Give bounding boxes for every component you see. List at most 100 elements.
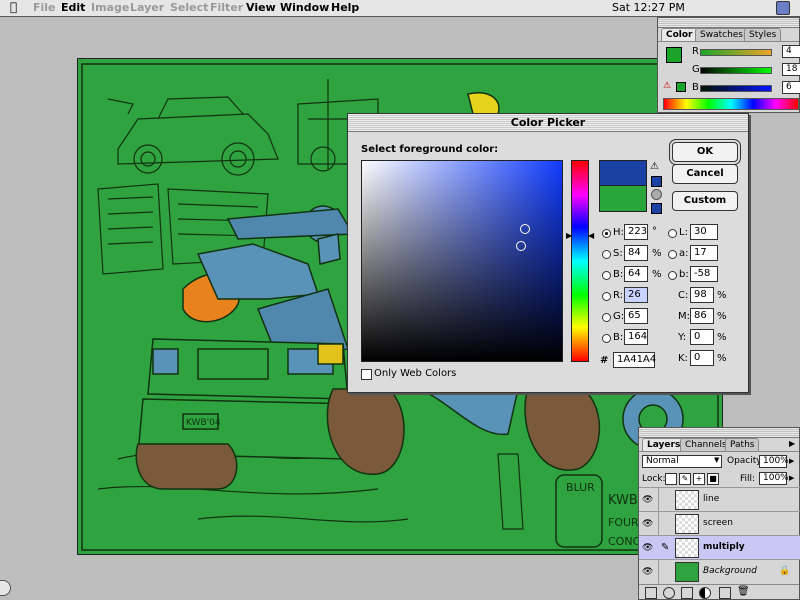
trash-icon[interactable]: 🗑 [737,586,750,597]
hue-arrow-right-icon[interactable]: ◀ [588,231,594,240]
menu-select[interactable]: Select [170,1,208,14]
m-value[interactable]: 86 [690,308,714,324]
r-value[interactable]: 4 [782,45,800,58]
menu-view[interactable]: View [246,1,276,14]
c-value[interactable]: 98 [690,287,714,303]
clock[interactable]: Sat 12:27 PM [612,1,685,14]
menu-image[interactable]: Image [91,1,129,14]
eye-icon[interactable]: 👁 [642,519,653,529]
web-safe-icon[interactable] [651,189,662,200]
g-value-field[interactable]: 65 [624,308,648,324]
y-value[interactable]: 0 [690,329,714,345]
menu-filter[interactable]: Filter [210,1,243,14]
hue-arrow-left-icon[interactable]: ▶ [566,231,572,240]
saturation-brightness-field[interactable] [361,160,563,362]
radio-lab-b[interactable] [668,271,677,280]
foreground-swatch[interactable] [666,47,682,63]
ok-button[interactable]: OK [672,142,738,162]
tab-color[interactable]: Color [661,28,698,42]
menu-help[interactable]: Help [331,1,359,14]
b-slider[interactable] [700,85,772,92]
k-value[interactable]: 0 [690,350,714,366]
tab-layers[interactable]: Layers [642,438,686,452]
r-slider[interactable] [700,49,772,56]
photoshop-icon[interactable] [776,1,790,15]
b-value[interactable]: 6 [782,81,800,94]
channel-b-label: B [692,82,699,93]
radio-g[interactable] [602,313,611,322]
gamut-correction-swatch[interactable] [651,176,662,187]
gamut-warning-icon[interactable]: ⚠ [663,81,673,91]
color-ramp[interactable] [663,98,799,110]
lock-move-icon[interactable]: + [693,473,705,485]
menu-window[interactable]: Window [280,1,329,14]
s-value[interactable]: 84 [624,245,648,261]
cancel-button[interactable]: Cancel [672,164,738,184]
fill-input[interactable]: 100% [759,472,789,485]
dialog-title[interactable]: Color Picker [348,114,748,132]
apple-icon[interactable]:  [10,0,17,14]
radio-s[interactable] [602,250,611,259]
radio-b[interactable] [602,334,611,343]
fill-arrow-icon[interactable]: ▶ [789,474,794,482]
tab-swatches[interactable]: Swatches [695,28,748,42]
radio-a[interactable] [668,250,677,259]
layer-thumbnail [675,562,699,582]
radio-r[interactable] [602,292,611,301]
window-collapse-icon[interactable] [0,580,11,596]
lab-b-value[interactable]: -58 [690,266,718,282]
lock-brush-icon[interactable]: ✎ [679,473,691,485]
web-colors-label: Only Web Colors [374,368,457,379]
lock-all-icon[interactable]: ■ [707,473,719,485]
gamut-swatch[interactable] [676,82,686,92]
tab-styles[interactable]: Styles [744,28,782,42]
menu-file[interactable]: File [33,1,56,14]
layer-row-line[interactable]: 👁 line [639,487,800,512]
blend-mode-select[interactable]: Normal [642,455,722,468]
original-color-swatch[interactable] [599,185,647,212]
channel-g-label: G [692,64,700,75]
new-layer-icon[interactable] [719,587,731,599]
opacity-arrow-icon[interactable]: ▶ [789,457,794,465]
opacity-input[interactable]: 100% [759,455,789,468]
eye-icon[interactable]: 👁 [642,543,653,553]
b-value-field[interactable]: 164 [624,329,648,345]
layer-row-background[interactable]: 👁 Background 🔒 [639,559,800,584]
g-value[interactable]: 18 [782,63,800,76]
radio-h[interactable] [602,229,611,238]
palette-title-bar[interactable] [658,18,799,28]
color-marker[interactable] [520,224,530,234]
tab-paths[interactable]: Paths [725,438,760,452]
brightness-value[interactable]: 64 [624,266,648,282]
lock-icon: 🔒 [779,566,791,576]
layer-set-icon[interactable] [681,587,693,599]
radio-l[interactable] [668,229,677,238]
a-value[interactable]: 17 [690,245,718,261]
hex-value[interactable]: 1A41A4 [613,352,656,368]
web-colors-checkbox[interactable] [361,369,372,380]
brightness-unit: % [652,269,662,280]
layer-row-screen[interactable]: 👁 screen [639,511,800,536]
palette-title-bar[interactable] [639,428,799,438]
adjustment-layer-icon[interactable] [699,587,711,599]
custom-button[interactable]: Custom [672,191,738,211]
lock-transparency-icon[interactable] [665,473,677,485]
mask-icon[interactable] [663,587,675,599]
radio-brightness[interactable] [602,271,611,280]
g-slider[interactable] [700,67,772,74]
eye-icon[interactable]: 👁 [642,495,653,505]
hex-label: # [600,355,609,366]
web-safe-swatch[interactable] [651,203,662,214]
r-value-field[interactable]: 26 [624,287,648,303]
menu-edit[interactable]: Edit [61,1,85,14]
tab-channels[interactable]: Channels [680,438,732,452]
hue-slider[interactable] [571,160,589,362]
menu-layer[interactable]: Layer [130,1,164,14]
eye-icon[interactable]: 👁 [642,567,653,577]
palette-menu-icon[interactable]: ▶ [789,439,795,448]
layer-style-icon[interactable] [645,587,657,599]
l-value[interactable]: 30 [690,224,718,240]
gamut-warning-icon[interactable]: ⚠ [650,161,659,172]
layer-row-multiply[interactable]: 👁 ✎ multiply [639,535,800,559]
h-value[interactable]: 223 [624,224,648,240]
